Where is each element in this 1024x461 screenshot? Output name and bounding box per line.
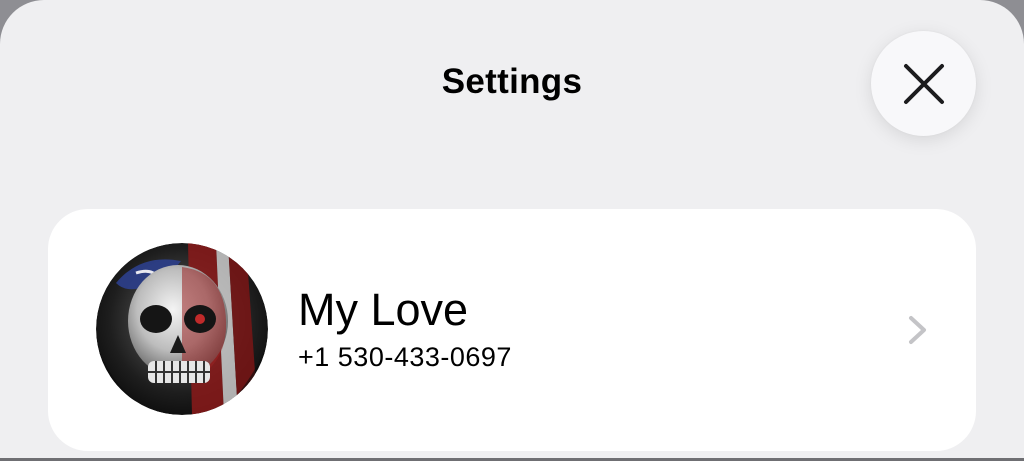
close-icon [903,63,944,104]
chevron-right-icon [906,314,930,346]
close-button[interactable] [871,31,976,136]
profile-name: My Love [298,284,469,335]
settings-sheet: Settings My Love +1 530-433-0697 [0,0,1024,461]
avatar [96,243,268,415]
profile-card[interactable]: My Love +1 530-433-0697 [48,209,976,451]
profile-phone: +1 530-433-0697 [298,342,512,372]
skull-flag-avatar [96,243,268,415]
